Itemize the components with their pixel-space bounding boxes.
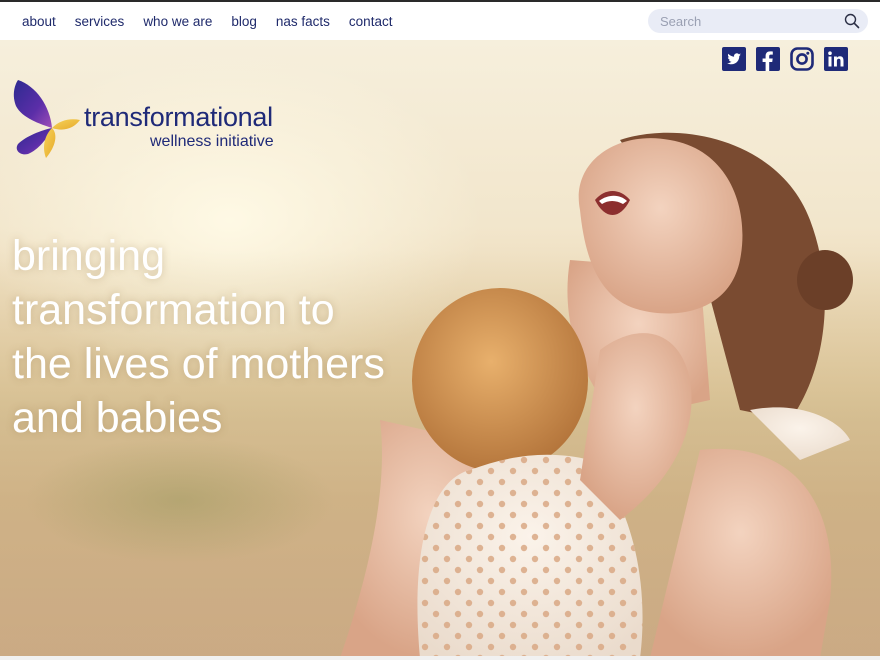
hero-tagline: bringing transformation to the lives of … [12, 229, 432, 445]
search-icon[interactable] [844, 13, 860, 29]
hero-banner: transformational wellness initiative bri… [0, 40, 880, 658]
nav-link-nas-facts[interactable]: nas facts [276, 14, 330, 29]
nav-link-contact[interactable]: contact [349, 14, 393, 29]
tagline-line: bringing [12, 232, 165, 280]
logo-title: transformational [84, 102, 273, 132]
facebook-icon[interactable] [756, 47, 780, 71]
nav-links: about services who we are blog nas facts… [22, 2, 411, 40]
top-nav: about services who we are blog nas facts… [0, 2, 880, 40]
nav-link-about[interactable]: about [22, 14, 56, 29]
tagline-line: and babies [12, 394, 223, 442]
nav-link-services[interactable]: services [75, 14, 125, 29]
butterfly-logo-icon [13, 80, 80, 158]
bottom-edge [0, 656, 880, 660]
search-input[interactable] [658, 12, 842, 30]
nav-link-blog[interactable]: blog [231, 14, 257, 29]
twitter-icon[interactable] [722, 47, 746, 71]
tagline-line: transformation to [12, 286, 335, 334]
logo-subtitle: wellness initiative [150, 133, 274, 150]
page: about services who we are blog nas facts… [0, 0, 880, 660]
tagline-line: the lives of mothers [12, 340, 385, 388]
search-box [648, 9, 868, 33]
social-links [722, 47, 848, 71]
linkedin-icon[interactable] [824, 47, 848, 71]
instagram-icon[interactable] [790, 47, 814, 71]
nav-link-who-we-are[interactable]: who we are [143, 14, 212, 29]
site-logo[interactable]: transformational wellness initiative [12, 78, 312, 160]
